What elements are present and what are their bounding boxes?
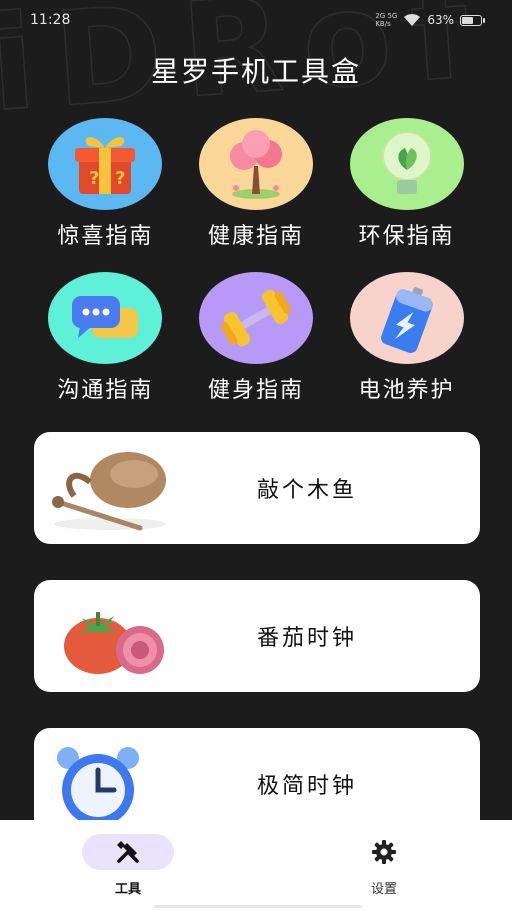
tile-fitness-guide[interactable]: 健身指南: [181, 272, 332, 404]
tab-settings-pill: [338, 834, 430, 870]
bottom-tab-bar: 工具 设置: [0, 820, 512, 911]
wifi-icon: [404, 13, 421, 26]
tools-icon: [117, 841, 139, 863]
tile-icon-bg: [198, 272, 313, 364]
tile-icon-bg: [198, 118, 313, 210]
tile-eco-guide[interactable]: 环保指南: [331, 118, 482, 250]
tab-tools-label: 工具: [114, 882, 141, 897]
home-indicator: [154, 905, 362, 908]
alarm-clock-icon: [57, 747, 139, 826]
network-speed: 2G 5G KB/s: [375, 12, 398, 28]
status-time: 11:28: [30, 12, 71, 28]
dumbbell-icon: [220, 289, 292, 347]
tomato-icon: [64, 612, 164, 674]
tree-icon: [229, 130, 282, 199]
tile-icon-bg: ? ?: [48, 118, 163, 210]
tile-surprise-guide[interactable]: ? ? 惊喜指南: [30, 118, 181, 250]
status-indicators: 2G 5G KB/s 63%: [375, 12, 485, 28]
tile-icon-bg: [349, 272, 464, 364]
gift-icon: ? ?: [75, 137, 136, 194]
tile-label: 惊喜指南: [57, 224, 154, 249]
chat-icon: [72, 296, 139, 338]
tile-label: 健身指南: [207, 378, 304, 403]
battery-percent: 63%: [427, 13, 454, 27]
battery-icon: [380, 287, 433, 353]
tile-label: 环保指南: [358, 224, 455, 249]
tab-tools-pill: [82, 834, 174, 870]
svg-text:?: ?: [115, 168, 125, 189]
gear-icon: [372, 840, 396, 864]
tile-label: 电池养护: [358, 378, 455, 403]
guide-grid: ? ? 惊喜指南 健康指南 环保指南 沟通指南 健身指南 电池养护: [30, 118, 482, 404]
wooden-fish-icon: [52, 452, 166, 531]
svg-text:?: ?: [89, 168, 99, 189]
tab-tools[interactable]: 工具: [0, 820, 256, 911]
tab-settings-label: 设置: [370, 882, 397, 897]
tile-icon-bg: [349, 118, 464, 210]
tile-communication-guide[interactable]: 沟通指南: [30, 272, 181, 404]
page-title: 星罗手机工具盒: [150, 55, 361, 88]
card-wooden-fish[interactable]: 敲个木鱼: [34, 432, 480, 544]
tab-settings[interactable]: 设置: [256, 820, 512, 911]
card-label: 番茄时钟: [256, 626, 357, 651]
tile-label: 沟通指南: [57, 378, 154, 403]
tile-battery-care[interactable]: 电池养护: [331, 272, 482, 404]
eco-bulb-icon: [381, 131, 432, 194]
battery-icon: [460, 14, 485, 26]
card-label: 敲个木鱼: [256, 478, 357, 503]
card-pomodoro[interactable]: 番茄时钟: [34, 580, 480, 692]
tile-icon-bg: [48, 272, 163, 364]
tile-label: 健康指南: [207, 224, 304, 249]
status-bar: 11:28 2G 5G KB/s 63%: [0, 0, 512, 40]
tile-health-guide[interactable]: 健康指南: [181, 118, 332, 250]
